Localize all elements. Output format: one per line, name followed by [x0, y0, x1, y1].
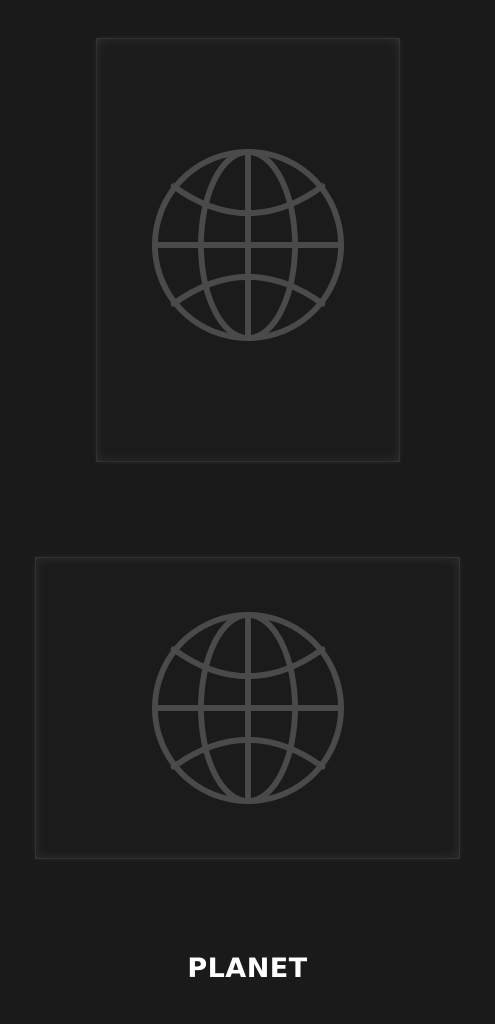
globe-icon	[151, 611, 344, 805]
brand-logo-text: PLANET	[187, 953, 308, 984]
globe-icon	[151, 148, 345, 342]
portrait-frame-card[interactable]	[96, 38, 400, 462]
landscape-frame-card[interactable]	[35, 557, 460, 859]
